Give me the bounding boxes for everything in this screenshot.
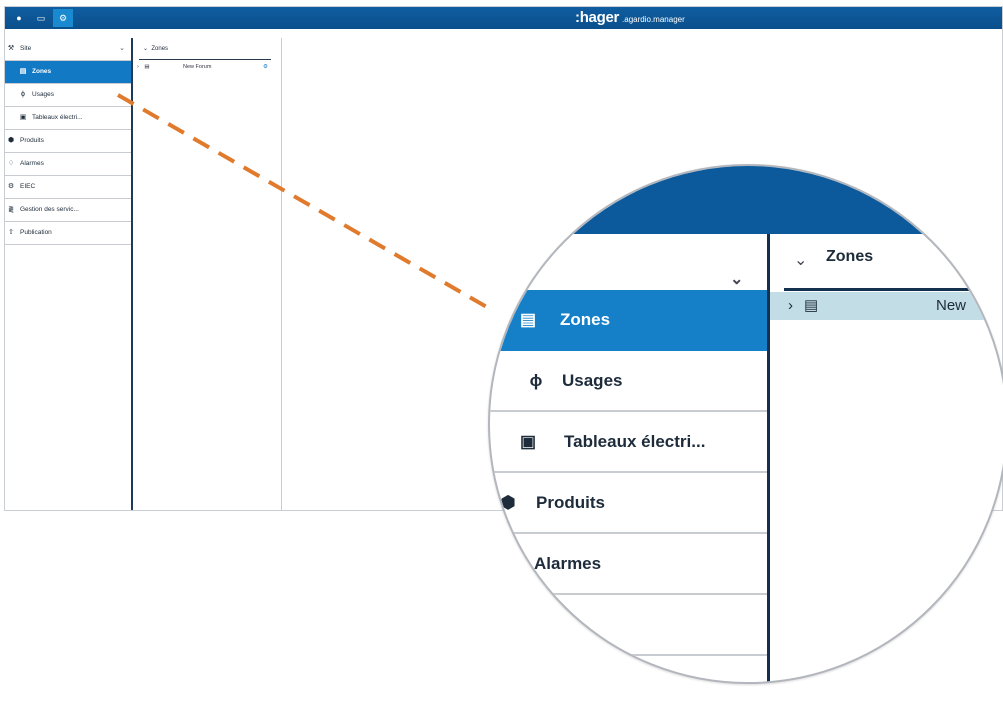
magnified-item-zones[interactable]: ▤ Zones — [490, 290, 767, 351]
magnified-top-bar — [490, 166, 1003, 234]
chevron-down-icon[interactable]: ⌄ — [794, 250, 807, 270]
magnified-zones-underline — [784, 288, 1003, 291]
magnified-zone-row[interactable]: › ▤ New — [770, 292, 1003, 320]
magnified-zones-title: Zones — [826, 248, 874, 265]
magnified-zones-panel: ⌄ Zones › ▤ New — [770, 234, 1003, 682]
magnified-zone-label: New — [936, 297, 967, 314]
building-icon: ▤ — [519, 310, 537, 329]
magnified-item-gestion[interactable]: s servic... — [490, 656, 767, 682]
magnified-item-tableaux[interactable]: ▣ Tableaux électri... — [490, 412, 767, 473]
lightning-icon: ϕ — [529, 371, 543, 390]
magnified-item-usages[interactable]: ϕ Usages — [490, 351, 767, 412]
box-icon: ⬢ — [500, 493, 516, 512]
magnified-item-alarmes[interactable]: Alarmes — [490, 534, 767, 595]
panel-icon: ▣ — [519, 432, 537, 451]
building-icon: ▤ — [804, 297, 819, 314]
magnifier-callout: ⌄ ▤ Zones ϕ Usages ▣ Tableaux électri...… — [488, 164, 1003, 684]
magnified-site-row[interactable]: ⌄ — [490, 234, 767, 295]
chevron-right-icon[interactable]: › — [788, 292, 793, 320]
magnified-item-eiec[interactable]: EC — [490, 595, 767, 656]
magnified-sidebar: ⌄ ▤ Zones ϕ Usages ▣ Tableaux électri...… — [490, 234, 768, 682]
dashed-line — [117, 93, 493, 312]
magnified-item-produits[interactable]: ⬢ Produits — [490, 473, 767, 534]
